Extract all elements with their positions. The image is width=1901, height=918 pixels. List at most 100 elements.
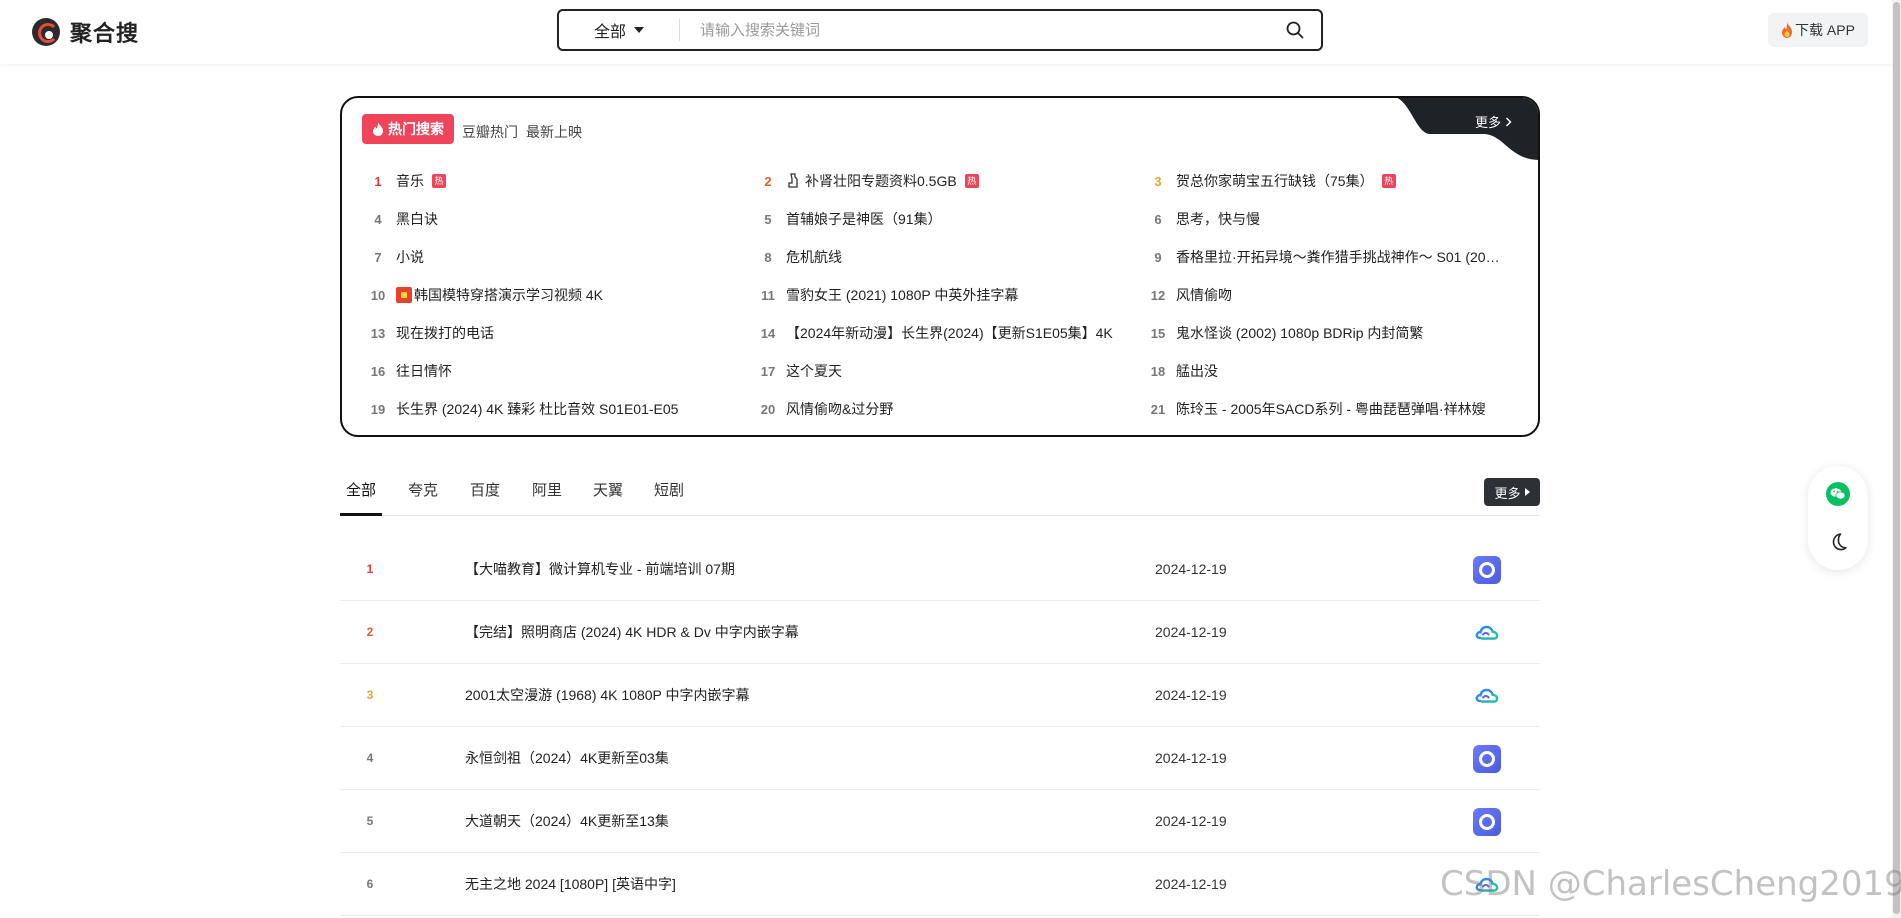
hot-search-rank: 8 [764,249,772,265]
tab-tianyi[interactable]: 天翼 [587,470,629,516]
result-title[interactable]: 无主之地 2024 [1080P] [英语中字] [465,853,676,916]
hot-search-text: 长生界 (2024) 4K 臻彩 杜比音效 S01E01-E05 [396,399,678,419]
search-button[interactable] [1269,12,1321,48]
hot-search-label: 往日情怀 [396,363,452,379]
scrollbar-thumb[interactable] [1893,2,1900,914]
cloud-drive-icon[interactable] [1473,619,1501,647]
hot-search-text: 雪豹女王 (2021) 1080P 中英外挂字幕 [786,285,1018,305]
result-title[interactable]: 永恒剑祖（2024）4K更新至03集 [465,727,669,790]
result-row[interactable]: 4 永恒剑祖（2024）4K更新至03集 2024-12-19 [340,727,1540,790]
hot-search-item[interactable]: 4 黑白诀 [360,200,750,238]
logo[interactable]: 聚合搜 [32,16,139,48]
hot-search-label: 鬼水怪谈 (2002) 1080p BDRip 内封简繁 [1176,325,1424,341]
result-row[interactable]: 5 大道朝天（2024）4K更新至13集 2024-12-19 [340,790,1540,853]
hot-more-link[interactable]: 更多 [1475,112,1512,131]
hot-tag-badge: 热 [964,174,979,188]
hot-search-text: 首辅娘子是神医（91集） [786,209,942,229]
hot-search-label: 风情偷吻&过分野 [786,401,894,417]
hot-search-item[interactable]: 10 韩国模特穿搭演示学习视频 4K [360,276,750,314]
hot-search-item[interactable]: 3 贺总你家萌宝五行缺钱（75集） 热 [1140,162,1520,200]
search-input[interactable] [680,12,1269,48]
hot-search-label: 危机航线 [786,249,842,265]
tabs-more-button[interactable]: 更多 [1484,478,1540,506]
hot-search-label: 现在拨打的电话 [396,325,494,341]
hot-search-rank: 6 [1154,211,1162,227]
tab-all[interactable]: 全部 [340,470,383,516]
result-row[interactable]: 6 无主之地 2024 [1080P] [英语中字] 2024-12-19 [340,853,1540,916]
hot-tag-badge: 热 [1381,174,1396,188]
source-tabs: 全部 夸克 百度 阿里 天翼 短剧 更多 [340,470,1540,516]
hot-search-text: 韩国模特穿搭演示学习视频 4K [414,285,603,305]
watermark: CSDN @CharlesCheng2019 [1440,864,1901,904]
quark-drive-icon[interactable] [1473,556,1501,584]
download-app-button[interactable]: 下载 APP [1768,13,1868,47]
hot-search-item[interactable]: 11 雪豹女王 (2021) 1080P 中英外挂字幕 [750,276,1140,314]
result-title[interactable]: 大道朝天（2024）4K更新至13集 [465,790,669,853]
result-title[interactable]: 【完结】照明商店 (2024) 4K HDR & Dv 中字内嵌字幕 [465,601,799,664]
hot-search-item[interactable]: 20 风情偷吻&过分野 [750,390,1140,428]
hot-search-text: 思考，快与慢 [1176,209,1260,229]
result-rank: 6 [366,877,374,891]
hot-search-rank: 20 [760,401,776,417]
result-row[interactable]: 3 2001太空漫游 (1968) 4K 1080P 中字内嵌字幕 2024-12-… [340,664,1540,727]
tab-short-drama[interactable]: 短剧 [648,470,690,516]
flame-icon [373,122,383,136]
result-rank: 3 [366,688,374,702]
hot-search-item[interactable]: 21 陈玲玉 - 2005年SACD系列 - 粤曲琵琶弹唱·祥林嫂 [1140,390,1520,428]
result-title[interactable]: 2001太空漫游 (1968) 4K 1080P 中字内嵌字幕 [465,664,750,727]
hot-more-label: 更多 [1474,115,1501,130]
result-row[interactable]: 2 【完结】照明商店 (2024) 4K HDR & Dv 中字内嵌字幕 2024-… [340,601,1540,664]
result-row[interactable]: 1 【大喵教育】微计算机专业 - 前端培训 07期 2024-12-19 [340,538,1540,601]
hot-search-item[interactable]: 14 【2024年新动漫】长生界(2024)【更新S1E05集】4K [750,314,1140,352]
tab-baidu[interactable]: 百度 [464,470,506,516]
hot-search-item[interactable]: 7 小说 [360,238,750,276]
hot-sub-tab-new-release[interactable]: 最新上映 [526,122,582,142]
hot-search-item[interactable]: 16 往日情怀 [360,352,750,390]
download-label: 下载 APP [1795,22,1855,38]
hot-search-text: 往日情怀 [396,361,452,381]
wechat-button[interactable] [1826,482,1850,506]
hot-sub-tab-douban[interactable]: 豆瓣热门 [462,122,518,142]
result-date: 2024-12-19 [1155,876,1227,892]
brand-name: 聚合搜 [70,21,140,46]
hot-search-item[interactable]: 17 这个夏天 [750,352,1140,390]
hot-search-item[interactable]: 9 香格里拉·开拓异境～粪作猎手挑战神作～ S01 (2024) 4K [1140,238,1520,276]
quark-drive-icon[interactable] [1473,808,1501,836]
hot-search-rank: 19 [370,401,386,417]
dark-mode-toggle[interactable] [1826,530,1850,554]
hot-search-item[interactable]: 8 危机航线 [750,238,1140,276]
search-scope-dropdown[interactable]: 全部 [559,18,679,42]
quark-drive-icon[interactable] [1473,745,1501,773]
hot-search-text: 补肾壮阳专题资料0.5GB [805,171,957,191]
search-box: 全部 [557,9,1323,51]
result-title[interactable]: 【大喵教育】微计算机专业 - 前端培训 07期 [465,538,735,601]
hot-search-item[interactable]: 18 艋出没 [1140,352,1520,390]
hot-search-text: 风情偷吻 [1176,285,1232,305]
result-date: 2024-12-19 [1155,561,1227,577]
hot-search-text: 现在拨打的电话 [396,323,494,343]
tab-quark[interactable]: 夸克 [402,470,444,516]
hot-search-item[interactable]: 2 补肾壮阳专题资料0.5GB 热 [750,162,1140,200]
result-date: 2024-12-19 [1155,624,1227,640]
hot-search-text: 贺总你家萌宝五行缺钱（75集） [1176,171,1374,191]
hot-search-item[interactable]: 12 风情偷吻 [1140,276,1520,314]
hot-search-item[interactable]: 19 长生界 (2024) 4K 臻彩 杜比音效 S01E01-E05 [360,390,750,428]
hot-search-label: 风情偷吻 [1176,287,1232,303]
result-rank: 5 [366,814,374,828]
hot-search-item[interactable]: 15 鬼水怪谈 (2002) 1080p BDRip 内封简繁 [1140,314,1520,352]
hot-search-item[interactable]: 5 首辅娘子是神医（91集） [750,200,1140,238]
tab-aliyun[interactable]: 阿里 [526,470,568,516]
hot-search-item[interactable]: 1 音乐热 [360,162,750,200]
hot-search-text: 音乐 [396,171,424,191]
hot-search-rank: 1 [374,173,382,189]
hot-search-label: 长生界 (2024) 4K 臻彩 杜比音效 S01E01-E05 [396,401,679,417]
hot-search-rank: 2 [764,173,772,189]
hot-search-label: 音乐 [396,173,424,189]
hot-search-label: 热门搜索 [388,121,444,137]
cloud-drive-icon[interactable] [1473,682,1501,710]
caret-down-icon [634,27,644,33]
scrollbar[interactable] [1892,0,1901,918]
hot-search-item[interactable]: 6 思考，快与慢 [1140,200,1520,238]
hot-search-item[interactable]: 13 现在拨打的电话 [360,314,750,352]
flag-icon [396,287,412,303]
